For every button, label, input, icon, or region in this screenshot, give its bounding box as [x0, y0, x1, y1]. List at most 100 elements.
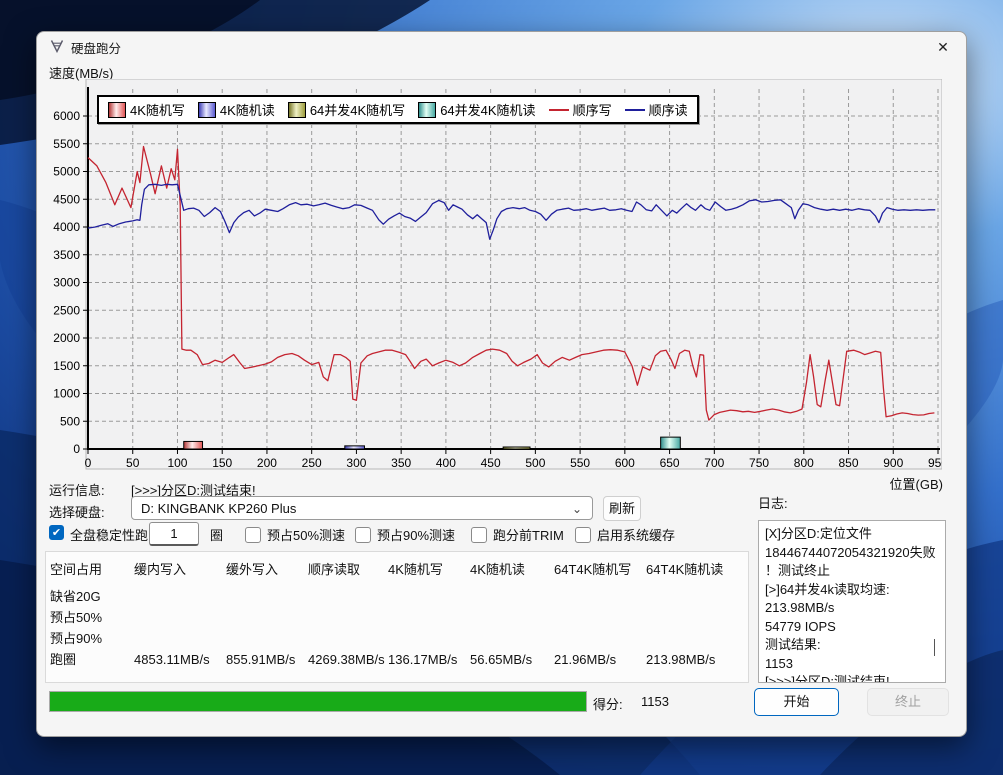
legend-item: 顺序写	[549, 100, 612, 119]
svg-text:0: 0	[85, 456, 92, 470]
chart-x-axis-title: 位置(GB)	[847, 474, 943, 493]
option-checkbox[interactable]: 跑分前TRIM	[471, 525, 564, 544]
svg-text:850: 850	[839, 456, 859, 470]
svg-text:800: 800	[794, 456, 814, 470]
option-checkbox[interactable]: 启用系统缓存	[575, 525, 675, 544]
option-checkbox[interactable]: 预占90%测速	[355, 525, 455, 544]
table-cell: 4853.11MB/s	[134, 649, 226, 670]
table-cell	[470, 607, 554, 628]
table-header-cell: 64T4K随机读	[646, 559, 746, 578]
legend-label: 4K随机读	[220, 100, 275, 119]
table-cell	[226, 586, 308, 607]
stability-checkbox-label: 全盘稳定性跑	[70, 525, 148, 544]
table-header-cell: 缓外写入	[226, 559, 308, 578]
svg-text:1500: 1500	[53, 359, 80, 373]
svg-text:500: 500	[60, 414, 80, 428]
svg-text:300: 300	[346, 456, 366, 470]
checkbox-box[interactable]	[245, 527, 261, 543]
table-header-cell: 4K随机写	[388, 559, 470, 578]
start-button[interactable]: 开始	[754, 688, 839, 716]
chevron-down-icon: ⌄	[572, 497, 582, 521]
legend-label: 4K随机写	[130, 100, 185, 119]
table-cell: 预占90%	[50, 628, 134, 649]
table-cell	[470, 628, 554, 649]
table-cell: 跑圈	[50, 649, 134, 670]
svg-text:3500: 3500	[53, 248, 80, 262]
refresh-button[interactable]: 刷新	[603, 496, 641, 521]
svg-text:250: 250	[302, 456, 322, 470]
checkbox-label: 跑分前TRIM	[493, 525, 564, 544]
disk-select-value: D: KINGBANK KP260 Plus	[141, 501, 296, 516]
progress-bar-fill	[50, 692, 586, 711]
table-header-cell: 空间占用	[50, 559, 134, 578]
table-cell	[308, 607, 388, 628]
table-header-cell: 缓内写入	[134, 559, 226, 578]
svg-text:400: 400	[436, 456, 456, 470]
svg-text:150: 150	[212, 456, 232, 470]
checkbox-box[interactable]	[355, 527, 371, 543]
stop-button[interactable]: 终止	[867, 688, 949, 716]
svg-text:50: 50	[126, 456, 140, 470]
table-row: 预占90%	[46, 628, 748, 649]
legend-item: 4K随机写	[108, 100, 185, 119]
svg-text:4000: 4000	[53, 220, 80, 234]
checkbox-box[interactable]	[471, 527, 487, 543]
table-cell	[646, 586, 746, 607]
option-checkbox[interactable]: 预占50%测速	[245, 525, 345, 544]
table-cell	[646, 628, 746, 649]
table-cell	[308, 586, 388, 607]
stability-checkbox[interactable]: ✔	[49, 525, 64, 540]
close-icon[interactable]: ✕	[930, 36, 956, 58]
table-cell	[554, 607, 646, 628]
table-cell: 缺省20G	[50, 586, 134, 607]
svg-text:3000: 3000	[53, 276, 80, 290]
table-cell	[554, 586, 646, 607]
log-line: 1153	[765, 655, 939, 674]
results-header-row: 空间占用缓内写入缓外写入顺序读取4K随机写4K随机读64T4K随机写64T4K随…	[46, 552, 748, 586]
svg-text:550: 550	[570, 456, 590, 470]
svg-text:6000: 6000	[53, 109, 80, 123]
table-cell: 4269.38MB/s	[308, 649, 388, 670]
table-row: 缺省20G	[46, 586, 748, 607]
legend-item: 64并发4K随机读	[418, 100, 535, 119]
table-cell	[308, 628, 388, 649]
titlebar[interactable]: 硬盘跑分 ✕	[37, 32, 966, 60]
checkbox-label: 预占90%测速	[377, 525, 455, 544]
legend-item: 64并发4K随机写	[288, 100, 405, 119]
table-cell: 855.91MB/s	[226, 649, 308, 670]
chart-area: 0500100015002000250030003500400045005000…	[50, 79, 942, 493]
run-info-label: 运行信息:	[49, 480, 105, 499]
table-cell: 136.17MB/s	[388, 649, 470, 670]
checkbox-box[interactable]	[575, 527, 591, 543]
legend-item: 顺序读	[625, 100, 688, 119]
table-row: 预占50%	[46, 607, 748, 628]
log-line: [>>>]分区D:测试结束!	[765, 673, 939, 683]
table-cell: 21.96MB/s	[554, 649, 646, 670]
score-label: 得分:	[593, 694, 623, 713]
svg-text:4500: 4500	[53, 192, 80, 206]
svg-text:100: 100	[167, 456, 187, 470]
svg-text:2500: 2500	[53, 303, 80, 317]
table-header-cell: 64T4K随机写	[554, 559, 646, 578]
text-cursor	[934, 639, 935, 656]
legend-box-swatch	[198, 102, 216, 118]
table-cell: 213.98MB/s	[646, 649, 746, 670]
legend-label: 顺序写	[573, 100, 612, 119]
disk-select-dropdown[interactable]: D: KINGBANK KP260 Plus ⌄	[131, 496, 593, 520]
legend-item: 4K随机读	[198, 100, 275, 119]
laps-input[interactable]: 1	[149, 522, 199, 546]
log-line: 测试结果:	[765, 636, 939, 655]
svg-text:0: 0	[73, 442, 80, 456]
legend-box-swatch	[288, 102, 306, 118]
chart-legend: 4K随机写 4K随机读 64并发4K随机写 64并发4K随机读 顺序写 顺序读	[97, 95, 699, 124]
app-icon	[50, 39, 64, 53]
svg-text:350: 350	[391, 456, 411, 470]
svg-text:900: 900	[883, 456, 903, 470]
table-cell	[388, 628, 470, 649]
svg-text:5500: 5500	[53, 137, 80, 151]
disk-select-label: 选择硬盘:	[49, 502, 105, 521]
log-textarea[interactable]: [X]分区D:定位文件18446744072054321920失败！测试终止[>…	[758, 520, 946, 683]
results-table: 空间占用缓内写入缓外写入顺序读取4K随机写4K随机读64T4K随机写64T4K随…	[45, 551, 749, 683]
legend-label: 顺序读	[649, 100, 688, 119]
laps-unit-label: 圈	[210, 525, 223, 544]
